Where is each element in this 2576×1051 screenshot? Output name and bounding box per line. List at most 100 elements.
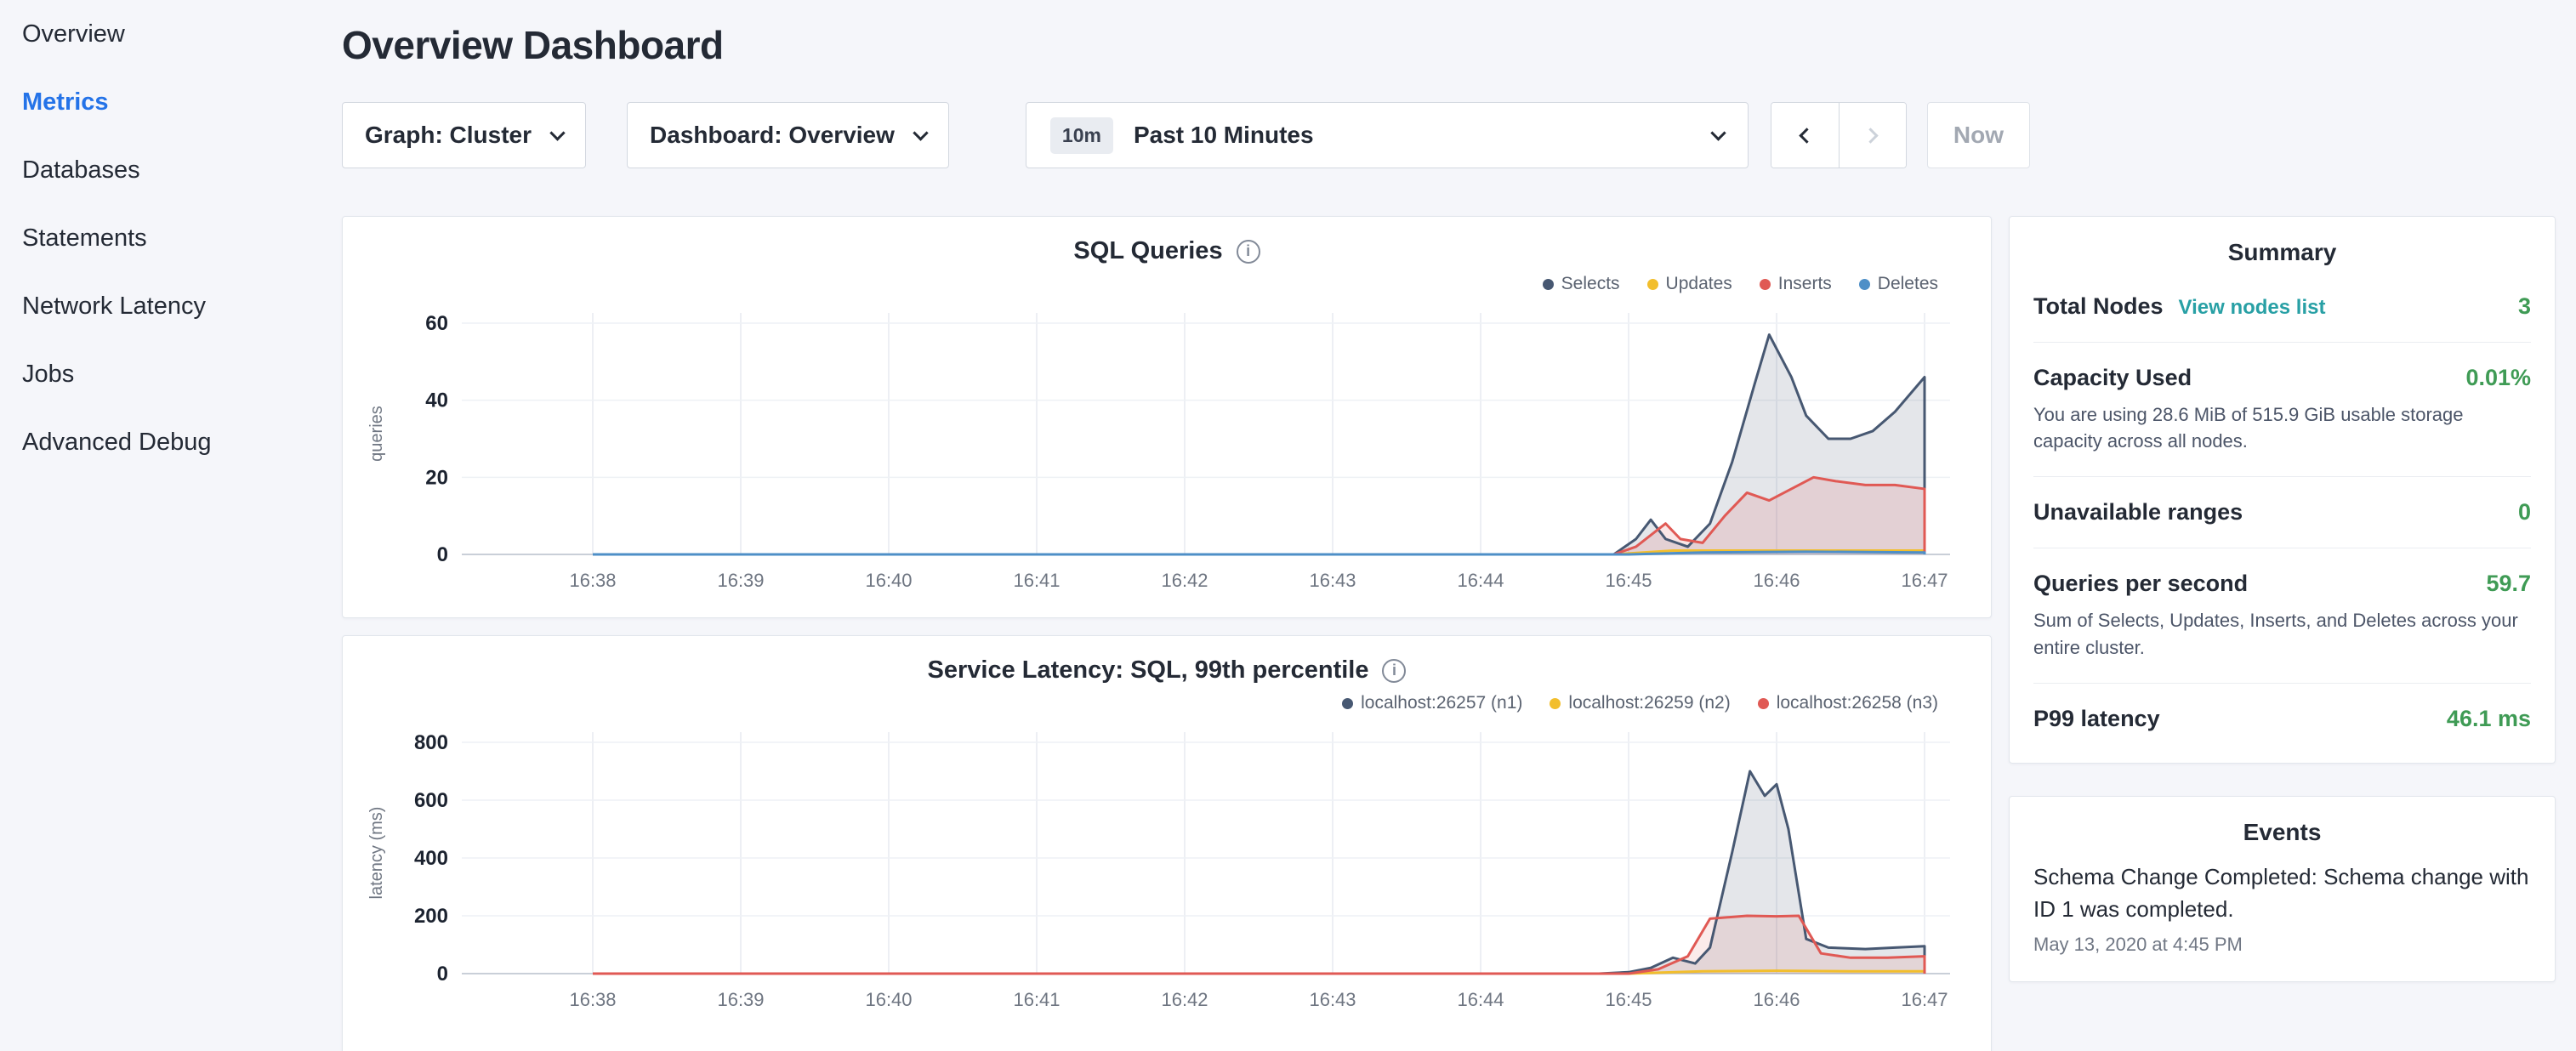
events-panel: Events Schema Change Completed: Schema c… [2009,796,2556,982]
summary-row-unavailable-ranges: Unavailable ranges 0 [2033,476,2531,548]
time-range-badge: 10m [1050,117,1113,154]
main-content: Overview Dashboard Graph: Cluster Dashbo… [342,0,2576,1051]
dashboard-select-dropdown[interactable]: Dashboard: Overview [627,102,949,168]
svg-text:200: 200 [414,905,448,928]
svg-text:16:44: 16:44 [1457,989,1504,1010]
summary-row-total-nodes: Total Nodes View nodes list 3 [2033,271,2531,342]
summary-value: 3 [2518,293,2531,320]
svg-text:16:38: 16:38 [569,570,616,591]
sql-queries-chart[interactable]: 16:3816:3916:4016:4116:4216:4316:4416:45… [343,299,1991,605]
svg-text:16:47: 16:47 [1901,989,1948,1010]
legend-item[interactable]: localhost:26259 (n2) [1550,693,1730,713]
view-nodes-list-link[interactable]: View nodes list [2179,296,2326,320]
chart-legend: Selects Updates Inserts Deletes [343,265,1991,294]
time-range-dropdown[interactable]: 10m Past 10 Minutes [1026,102,1749,168]
summary-label: Capacity Used [2033,365,2192,391]
legend-dot-icon [1760,279,1771,290]
summary-value: 0.01% [2465,365,2531,391]
chevron-right-icon [1862,128,1878,143]
svg-text:40: 40 [425,389,448,412]
svg-text:latency (ms): latency (ms) [367,807,386,900]
svg-text:16:43: 16:43 [1309,989,1356,1010]
time-range-label: Past 10 Minutes [1134,122,1314,149]
summary-value: 0 [2518,499,2531,526]
svg-text:16:39: 16:39 [717,570,764,591]
svg-text:400: 400 [414,847,448,870]
summary-panel: Summary Total Nodes View nodes list 3 Ca… [2009,216,2556,764]
legend-dot-icon [1550,698,1561,709]
svg-text:16:44: 16:44 [1457,570,1504,591]
page: Overview Metrics Databases Statements Ne… [0,0,2576,1051]
event-timestamp: May 13, 2020 at 4:45 PM [2033,934,2531,956]
svg-text:0: 0 [437,543,448,566]
svg-text:16:45: 16:45 [1605,570,1652,591]
summary-label: Unavailable ranges [2033,499,2243,526]
svg-text:800: 800 [414,731,448,754]
sql-queries-chart-panel: SQL Queries Selects Updates Inserts Deletes… [342,216,1992,618]
chart-title: Service Latency: SQL, 99th percentile [928,656,1369,685]
legend-item[interactable]: localhost:26258 (n3) [1758,693,1938,713]
summary-label: Queries per second [2033,571,2248,597]
event-item[interactable]: Schema Change Completed: Schema change w… [2033,861,2531,956]
chevron-left-icon [1800,128,1815,143]
event-message: Schema Change Completed: Schema change w… [2033,861,2531,925]
legend-dot-icon [1543,279,1554,290]
legend-dot-icon [1758,698,1769,709]
events-title: Events [2033,797,2531,851]
svg-text:16:38: 16:38 [569,989,616,1010]
next-range-button[interactable] [1839,103,1906,168]
graph-scope-dropdown[interactable]: Graph: Cluster [342,102,586,168]
sidebar-item-statements[interactable]: Statements [0,204,342,272]
legend-item[interactable]: Deletes [1859,274,1938,294]
summary-value: 46.1 ms [2447,706,2531,732]
chevron-down-icon [549,125,565,140]
svg-text:600: 600 [414,789,448,812]
service-latency-chart-panel: Service Latency: SQL, 99th percentile lo… [342,635,1992,1051]
chart-title-row: Service Latency: SQL, 99th percentile [343,636,1991,685]
legend-dot-icon [1342,698,1353,709]
summary-label: Total Nodes [2033,293,2164,320]
legend-item[interactable]: Selects [1543,274,1620,294]
sidebar-item-advanced-debug[interactable]: Advanced Debug [0,408,342,476]
charts-column: SQL Queries Selects Updates Inserts Deletes… [342,216,1992,1051]
svg-text:16:40: 16:40 [865,989,912,1010]
info-icon[interactable] [1382,659,1406,683]
chart-legend: localhost:26257 (n1) localhost:26259 (n2)… [343,685,1991,713]
svg-text:16:42: 16:42 [1161,989,1208,1010]
legend-dot-icon [1859,279,1870,290]
svg-text:queries: queries [367,406,386,462]
summary-value: 59.7 [2486,571,2531,597]
summary-description: You are using 28.6 MiB of 515.9 GiB usab… [2033,401,2531,454]
chart-title: SQL Queries [1073,237,1222,265]
sidebar-item-jobs[interactable]: Jobs [0,340,342,408]
svg-text:16:41: 16:41 [1013,570,1060,591]
legend-item[interactable]: localhost:26257 (n1) [1342,693,1522,713]
chevron-down-icon [913,125,928,140]
svg-text:16:42: 16:42 [1161,570,1208,591]
chevron-down-icon [1710,125,1726,140]
chart-title-row: SQL Queries [343,217,1991,265]
now-button[interactable]: Now [1927,102,2030,168]
time-range-pager [1771,102,1907,168]
summary-description: Sum of Selects, Updates, Inserts, and De… [2033,607,2531,660]
svg-text:60: 60 [425,312,448,335]
page-title: Overview Dashboard [342,22,2576,68]
dashboard-controls: Graph: Cluster Dashboard: Overview 10m P… [342,102,2576,168]
content-row: SQL Queries Selects Updates Inserts Deletes… [342,216,2576,1051]
legend-dot-icon [1647,279,1658,290]
prev-range-button[interactable] [1771,103,1839,168]
sidebar-item-overview[interactable]: Overview [0,0,342,68]
service-latency-chart[interactable]: 16:3816:3916:4016:4116:4216:4316:4416:45… [343,719,1991,1025]
info-icon[interactable] [1237,240,1260,264]
legend-item[interactable]: Updates [1647,274,1732,294]
svg-text:16:46: 16:46 [1753,570,1800,591]
sidebar-item-network-latency[interactable]: Network Latency [0,272,342,340]
summary-title: Summary [2033,217,2531,271]
svg-text:0: 0 [437,963,448,986]
summary-row-queries-per-second: Queries per second 59.7 Sum of Selects, … [2033,548,2531,682]
sidebar-item-databases[interactable]: Databases [0,136,342,204]
summary-row-p99-latency: P99 latency 46.1 ms [2033,683,2531,754]
sidebar-item-metrics[interactable]: Metrics [0,68,342,136]
svg-text:16:45: 16:45 [1605,989,1652,1010]
legend-item[interactable]: Inserts [1760,274,1832,294]
